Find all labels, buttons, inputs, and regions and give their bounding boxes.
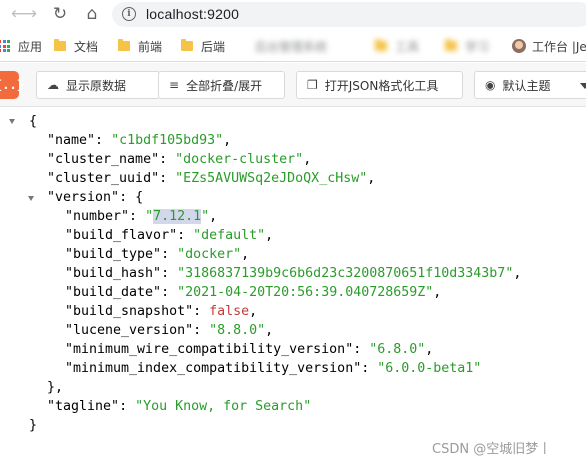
theme-label: 默认主题 [502,78,551,93]
bookmark-blurred-1[interactable]: 后台管理系统 [255,38,327,54]
json-line: "build_snapshot": false, [65,304,258,319]
json-line: "build_hash": "3186837139b9c6b6d23c32008… [65,266,522,281]
collapse-all-button[interactable]: ≡ 全部折叠/展开 [158,71,285,99]
collapse-icon: ≡ [169,78,180,92]
forward-icon[interactable]: → [18,2,42,26]
json-key: "build_hash" [65,266,162,281]
bookmark-label: 后台管理系统 [255,39,328,54]
json-line: { [29,112,37,131]
bookmark-blurred-3[interactable]: 学习 [445,38,489,54]
json-line: "cluster_uuid": "EZs5AVUWSq2eJDoQX_cHsw"… [47,171,376,186]
json-line: "cluster_name": "docker-cluster", [47,152,312,167]
json-string: "docker" [177,247,242,262]
json-key: "number" [65,209,130,224]
window-icon: ❐ [307,78,318,92]
json-string: "3186837139b9c6b6d23c3200870651f10d3343b… [177,266,514,281]
json-key: "minimum_index_compatibility_version" [65,361,362,376]
selected-text[interactable]: 7.12.1 [153,209,202,224]
json-string: "2021-04-20T20:56:39.040728659Z" [177,285,434,300]
json-string: "default" [193,228,266,243]
info-icon[interactable]: i [122,7,136,21]
json-string: "EZs5AVUWSq2eJDoQX_cHsw" [175,171,368,186]
json-string: "docker-cluster" [175,152,304,167]
json-key: "version" [47,190,120,205]
json-line: "minimum_wire_compatibility_version": "6… [65,342,434,357]
json-string: "You Know, for Search" [135,399,312,414]
json-brace: { [29,114,38,129]
json-line: }, [47,380,64,395]
palette-icon: ◉ [485,78,496,92]
json-key: "build_snapshot" [65,304,194,319]
json-line: "minimum_index_compatibility_version": "… [65,361,482,376]
watermark: CSDN @空城旧梦丨 [432,442,552,457]
home-icon[interactable]: ⌂ [80,2,104,26]
bookmark-frontend[interactable]: 前端 [118,38,162,54]
folder-icon [181,39,193,51]
chevron-down-icon[interactable] [580,83,586,89]
json-line: "name": "c1bdf105bd93", [47,133,232,148]
bookmark-label: 前端 [138,39,163,54]
bookmark-workbench[interactable]: 工作台 |Je [512,38,586,54]
bookmark-label: 学习 [465,39,490,54]
bookmark-label: 工具 [395,39,420,54]
json-key: "build_date" [65,285,162,300]
json-key: "build_type" [65,247,162,262]
bookmark-apps[interactable]: 应用 [0,38,42,54]
json-string: "7.12.1" [145,209,210,224]
json-key: "cluster_uuid" [47,171,160,186]
bookmark-backend[interactable]: 后端 [181,38,225,54]
json-string: "c1bdf105bd93" [111,133,224,148]
bookmark-docs[interactable]: 文档 [54,38,98,54]
address-bar[interactable]: i localhost:9200 [112,2,586,27]
json-string: "6.8.0" [369,342,426,357]
json-string: "8.8.0" [209,323,266,338]
bookmark-label: 文档 [74,39,99,54]
collapse-all-label: 全部折叠/展开 [186,78,263,93]
json-key: "build_flavor" [65,228,178,243]
collapse-toggle-icon[interactable] [28,196,34,201]
json-boolean: false [209,304,250,319]
theme-select[interactable]: ◉ 默认主题 [474,71,586,99]
json-line: "build_flavor": "default", [65,228,274,243]
url-text[interactable]: localhost:9200 [146,6,239,22]
json-line: "version": { [47,190,144,205]
show-raw-label: 显示原数据 [66,78,127,93]
json-line: "build_date": "2021-04-20T20:56:39.04072… [65,285,442,300]
show-raw-button[interactable]: ☁ 显示原数据 [36,71,160,99]
bookmark-label: 工作台 |Je [532,39,586,54]
json-content: { "name": "c1bdf105bd93", "cluster_name"… [0,108,586,465]
open-json-tool-button[interactable]: ❐ 打开JSON格式化工具 [296,71,463,99]
json-key: "cluster_name" [47,152,160,167]
json-line: } [29,418,38,433]
bookmark-label: 后端 [201,39,226,54]
json-key: "minimum_wire_compatibility_version" [65,342,354,357]
json-viewer-toolbar: {..} ☁ 显示原数据 ≡ 全部折叠/展开 ❐ 打开JSON格式化工具 ◉ 默… [0,63,586,107]
json-key: "name" [47,133,96,148]
json-string: "6.0.0-beta1" [377,361,482,376]
reload-icon[interactable]: ↻ [48,2,72,26]
folder-icon [118,39,130,51]
browser-toolbar: ← → ↻ ⌂ i localhost:9200 [0,0,586,28]
collapse-toggle-icon[interactable] [9,119,15,124]
apps-icon [0,40,10,52]
avatar [512,39,526,53]
json-line: "build_type": "docker", [65,247,250,262]
json-line: "lucene_version": "8.8.0", [65,323,274,338]
cloud-icon: ☁ [47,78,59,92]
folder-icon [54,39,66,51]
open-json-tool-label: 打开JSON格式化工具 [324,78,439,93]
json-key: "tagline" [47,399,120,414]
bookmarks-bar: 应用 文档 前端 后端 后台管理系统 工具 学习 工作台 |Je [0,28,586,62]
bookmark-blurred-2[interactable]: 工具 [375,38,419,54]
bookmark-label: 应用 [18,39,43,54]
json-line: "number": "7.12.1", [65,209,218,224]
extension-logo[interactable]: {..} [0,71,24,99]
folder-icon [375,39,387,51]
folder-icon [445,39,457,51]
json-key: "lucene_version" [65,323,194,338]
json-line: "tagline": "You Know, for Search" [47,399,312,414]
